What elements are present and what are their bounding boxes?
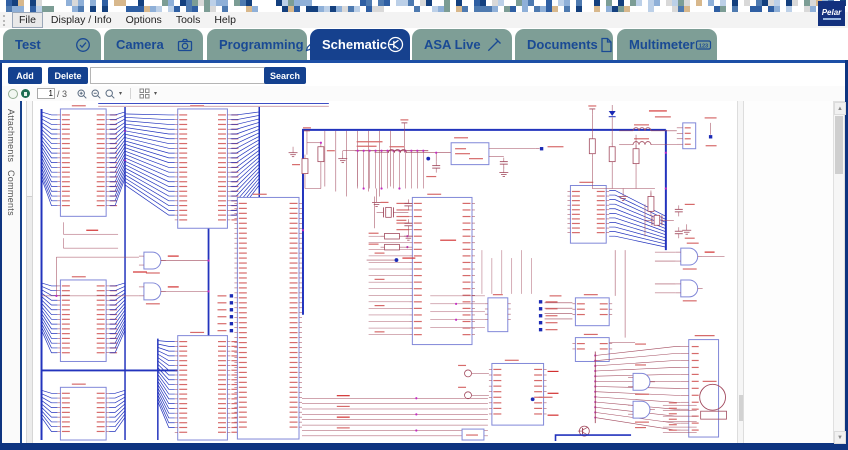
tab-multimeter-label: Multimeter bbox=[629, 37, 695, 52]
tab-asa-live-label: ASA Live bbox=[424, 37, 481, 52]
zoom-out-icon[interactable] bbox=[91, 89, 101, 99]
tab-multimeter[interactable]: Multimeter 123 bbox=[617, 29, 717, 60]
tab-documents-label: Documents bbox=[527, 37, 598, 52]
sidebar-item-comments[interactable]: Comments bbox=[6, 170, 16, 216]
schematic-page[interactable] bbox=[36, 101, 737, 443]
menu-help[interactable]: Help bbox=[208, 13, 242, 27]
menu-display-info[interactable]: Display / Info bbox=[45, 13, 118, 27]
document-icon bbox=[598, 37, 614, 53]
menu-bar: File Display / Info Options Tools Help bbox=[0, 12, 848, 29]
page-vertical-scrollbar[interactable] bbox=[737, 101, 744, 443]
layout-dropdown-caret[interactable]: ▾ bbox=[154, 90, 157, 97]
page-total-label: / 3 bbox=[57, 89, 67, 99]
side-tabs: Attachments Comments bbox=[2, 101, 20, 443]
right-empty-panel bbox=[744, 101, 833, 443]
menu-file[interactable]: File bbox=[12, 12, 43, 28]
brand-name: Pelar bbox=[822, 8, 842, 17]
brand-tagline-rule bbox=[823, 18, 841, 20]
probe-icon bbox=[486, 37, 502, 53]
zoom-select-icon[interactable] bbox=[105, 89, 115, 99]
camera-icon bbox=[177, 37, 193, 53]
outer-scroll-thumb[interactable] bbox=[835, 116, 843, 174]
main-area: Attachments Comments ▲ ▼ bbox=[2, 101, 845, 443]
nav-previous-icon[interactable] bbox=[8, 89, 18, 99]
menu-options[interactable]: Options bbox=[120, 13, 168, 27]
menu-tools[interactable]: Tools bbox=[170, 13, 207, 27]
scroll-down-icon[interactable]: ▼ bbox=[834, 431, 846, 444]
brand-logo: Pelar bbox=[818, 1, 845, 26]
scroll-up-icon[interactable]: ▲ bbox=[834, 102, 846, 115]
zoom-in-icon[interactable] bbox=[77, 89, 87, 99]
tab-documents[interactable]: Documents bbox=[515, 29, 613, 60]
delete-button[interactable]: Delete bbox=[48, 67, 88, 84]
sidebar-item-attachments[interactable]: Attachments bbox=[6, 109, 16, 162]
mosaic-banner bbox=[0, 0, 848, 12]
svg-text:123: 123 bbox=[699, 43, 708, 49]
tab-programming-label: Programming bbox=[219, 37, 304, 52]
tab-test[interactable]: Test bbox=[3, 29, 101, 60]
numeric-display-icon: 123 bbox=[695, 37, 712, 53]
tab-asa-live[interactable]: ASA Live bbox=[412, 29, 512, 60]
toolbar-grip bbox=[3, 15, 8, 26]
viewer-toolbar: / 3 ▾ ▾ bbox=[2, 86, 845, 102]
transistor-circle-icon bbox=[387, 36, 404, 53]
zoom-dropdown-caret[interactable]: ▾ bbox=[119, 90, 122, 97]
splitter-thumb bbox=[27, 101, 32, 197]
tab-schematic[interactable]: Schematic bbox=[310, 29, 410, 60]
schematic-canvas bbox=[36, 101, 737, 443]
page-scroll-thumb[interactable] bbox=[739, 395, 743, 421]
toolbar-separator bbox=[130, 88, 131, 99]
tab-camera-label: Camera bbox=[116, 37, 164, 52]
search-button[interactable]: Search bbox=[264, 67, 306, 84]
tab-test-label: Test bbox=[15, 37, 41, 52]
tab-bar: Test Camera Programming Schematic ASA Li… bbox=[0, 28, 848, 60]
page-number-input[interactable] bbox=[37, 88, 55, 99]
layout-grid-icon[interactable] bbox=[139, 88, 150, 99]
sidebar-divider bbox=[20, 101, 22, 443]
action-toolbar: Add Delete Search bbox=[2, 63, 845, 86]
add-button[interactable]: Add bbox=[8, 67, 42, 84]
outer-vertical-scrollbar[interactable]: ▲ ▼ bbox=[833, 101, 845, 443]
tab-programming[interactable]: Programming bbox=[207, 29, 307, 60]
tab-schematic-label: Schematic bbox=[322, 37, 387, 52]
search-input[interactable] bbox=[90, 67, 268, 84]
tab-camera[interactable]: Camera bbox=[104, 29, 203, 60]
check-circle-icon bbox=[75, 37, 91, 53]
window-frame-bottom bbox=[0, 443, 848, 450]
nav-next-icon[interactable] bbox=[21, 89, 30, 98]
pane-splitter[interactable] bbox=[26, 101, 33, 443]
